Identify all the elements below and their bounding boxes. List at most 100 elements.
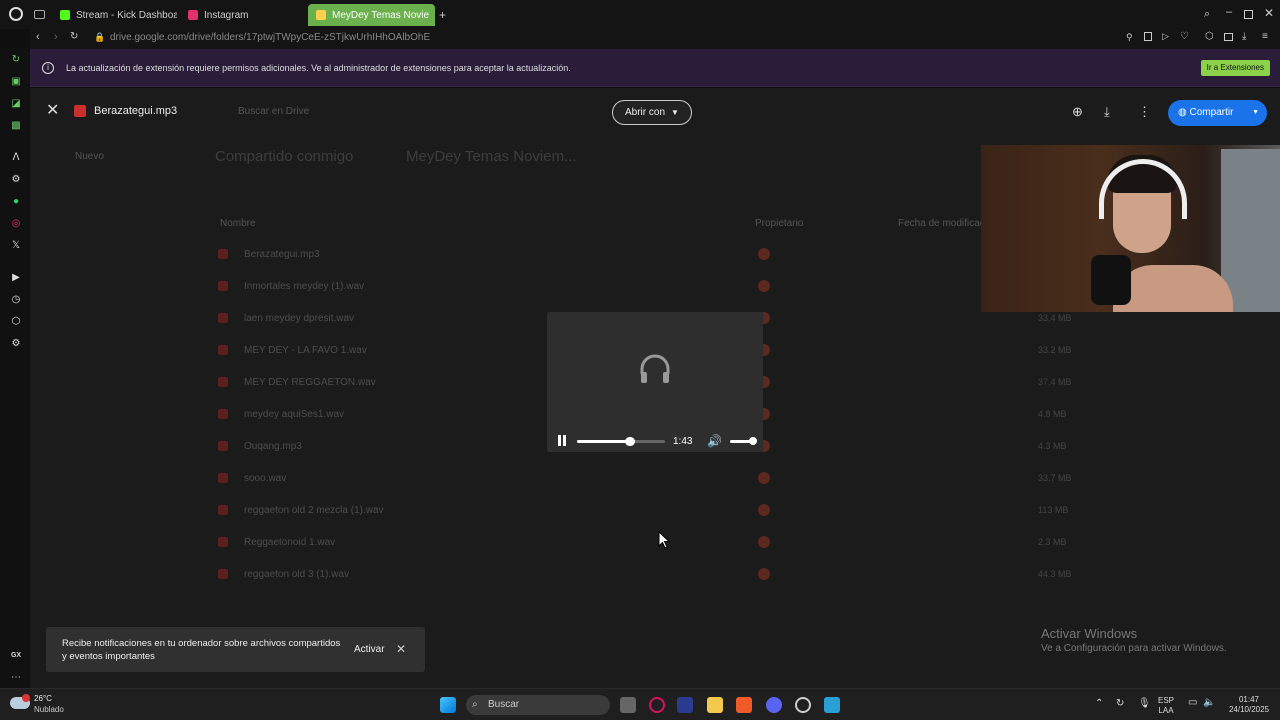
x-icon[interactable]: 𝕏 [10,240,22,252]
history-icon[interactable]: ◷ [10,294,22,306]
reload-icon[interactable]: ↻ [70,31,78,42]
brave-icon[interactable] [736,697,752,713]
file-row[interactable]: reggaeton old 2 mezcla (1).wav 113 MB [218,502,1268,522]
opera-gx-taskbar-icon[interactable] [649,697,665,713]
new-button[interactable]: Nuevo [75,151,104,162]
column-owner[interactable]: Propietario [755,218,803,229]
back-icon[interactable]: ‹ [36,31,40,43]
file-size: 4.3 MB [1038,441,1067,451]
close-viewer-button[interactable]: ✕ [46,103,59,119]
discord-icon[interactable] [766,697,782,713]
tab-overview-icon[interactable] [34,10,45,19]
search-icon: ⌕ [472,699,478,710]
column-name[interactable]: Nombre [220,218,256,229]
play-icon[interactable]: ▷ [1162,31,1169,42]
language-indicator[interactable]: ESP LAA [1158,696,1174,716]
snapshot-icon[interactable] [1144,32,1152,41]
file-name: sooo.wav [244,473,287,484]
file-row[interactable]: sooo.wav 33.7 MB [218,470,1268,490]
pin-icon[interactable]: ⚲ [1126,32,1133,43]
tab-kick[interactable]: Stream - Kick Dashboard [52,4,177,26]
download-icon[interactable]: ⤓ [1242,31,1246,42]
audio-file-icon [218,409,228,419]
audio-file-icon [218,345,228,355]
banner-message: La actualización de extensión requiere p… [66,63,571,73]
pause-button[interactable] [557,435,567,446]
taskbar-search[interactable]: ⌕ Buscar [466,695,610,715]
share-button[interactable]: ◍ Compartir ▼ [1168,100,1267,126]
address-bar: ‹ › ↻ 🔒 drive.google.com/drive/folders/1… [30,29,1280,49]
breadcrumb-folder[interactable]: MeyDey Temas Noviem... [406,148,577,165]
dismiss-toast-icon[interactable]: ✕ [396,642,406,656]
owner-avatar [758,472,770,484]
owner-avatar [758,568,770,580]
menu-icon[interactable]: ≡ [1262,31,1268,42]
webcam-microphone [1091,255,1131,305]
share-dropdown-icon[interactable]: ▼ [1252,100,1259,126]
new-tab-button[interactable]: + [439,8,446,22]
minimize-button[interactable]: – [1226,6,1232,18]
gx-icon[interactable]: GX [10,650,22,662]
webcam-window-frame [1221,149,1280,312]
weather-desc: Nublado [34,705,64,714]
column-date[interactable]: Fecha de modificac... [898,218,993,229]
volume-slider[interactable] [730,437,757,445]
forward-icon[interactable]: › [54,31,58,43]
time-display: 1:43 [673,436,693,447]
whatsapp-icon[interactable]: ● [10,196,22,208]
lock-icon: 🔒 [94,32,106,42]
wallet-icon[interactable] [1224,33,1233,41]
clock-date: 24/10/2025 [1228,705,1270,714]
go-to-extensions-button[interactable]: Ir a Extensiones [1200,60,1270,76]
progress-handle[interactable] [624,437,635,446]
sync-icon[interactable]: ↻ [1116,699,1124,709]
refresh-icon[interactable]: ↻ [10,54,22,66]
open-with-button[interactable]: Abrir con ▼ [612,100,692,125]
breadcrumb-root[interactable]: Compartido conmigo [215,148,353,165]
close-window-button[interactable]: ✕ [1264,6,1274,20]
audio-file-icon [218,313,228,323]
more-icon[interactable]: ⋯ [10,672,22,684]
file-row[interactable]: reggaeton old 3 (1).wav 44.3 MB [218,566,1268,586]
volume-icon[interactable]: 🔊 [707,434,722,448]
url-field[interactable]: drive.google.com/drive/folders/17ptwjTWp… [110,32,430,43]
music-icon[interactable]: ▩ [10,120,22,132]
chatgpt-icon[interactable] [795,697,811,713]
player-icon[interactable]: ▶ [10,272,22,284]
ai-icon[interactable]: ⴷ [10,152,22,164]
extensions-icon[interactable]: ⬡ [1205,31,1214,42]
progress-slider[interactable] [577,437,665,446]
tray-chevron-icon[interactable]: ⌃ [1095,699,1103,709]
opera-gx-logo-icon[interactable] [9,7,23,21]
speaker-icon[interactable]: 🔈 [1203,698,1215,708]
search-tabs-icon[interactable]: ⌕ [1204,8,1210,21]
maximize-button[interactable] [1244,10,1253,19]
openai-icon[interactable]: ⚙ [10,174,22,186]
start-button[interactable] [440,697,456,713]
cart-icon[interactable]: ▣ [10,76,22,88]
audio-file-icon [218,569,228,579]
files-app-icon[interactable] [824,697,840,713]
gx-control-icon[interactable]: ◪ [10,98,22,110]
instagram-sidebar-icon[interactable]: ◎ [10,218,22,230]
tab-instagram[interactable]: Instagram [180,4,300,26]
owner-avatar [758,536,770,548]
file-row[interactable]: Reggaetonoid 1.wav 2.3 MB [218,534,1268,554]
clock[interactable]: 01:47 24/10/2025 [1224,695,1274,715]
app-icon[interactable] [677,697,693,713]
more-actions-icon[interactable]: ⋮ [1138,104,1151,120]
network-icon[interactable]: ▭ [1188,698,1197,708]
kick-icon [60,10,70,20]
extensions-sidebar-icon[interactable]: ⬡ [10,316,22,328]
file-explorer-icon[interactable] [707,697,723,713]
download-file-icon[interactable]: ⤓ [1104,104,1110,120]
file-size: 33.2 MB [1038,345,1072,355]
settings-icon[interactable]: ⚙ [10,338,22,350]
add-to-drive-icon[interactable]: ⊕ [1072,104,1083,120]
tab-drive[interactable]: MeyDey Temas Novie [308,4,435,26]
volume-handle[interactable] [749,437,757,445]
task-view-icon[interactable] [620,697,636,713]
heart-icon[interactable]: ♡ [1180,31,1189,42]
activate-button[interactable]: Activar [354,644,385,655]
mic-icon[interactable]: 🎙 [1138,699,1151,709]
